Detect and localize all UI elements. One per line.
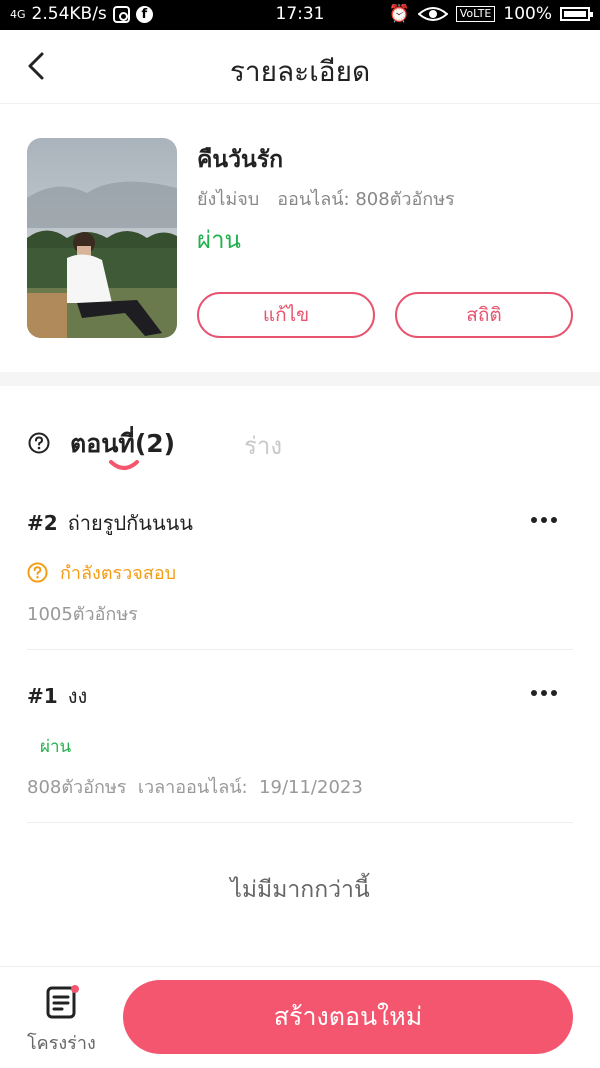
chapter-title: ถ่ายรูปกันนนน	[67, 511, 193, 535]
tab-active-indicator	[109, 460, 139, 470]
chapter-title-row[interactable]: #1 งง	[27, 680, 87, 712]
chapter-meta: 808ตัวอักษร เวลาออนไลน์: 19/11/2023	[27, 777, 363, 798]
document-icon	[46, 985, 79, 1019]
section-divider	[0, 372, 600, 386]
chapter-meta: 1005ตัวอักษร	[27, 604, 138, 625]
alarm-icon: ⏰	[388, 4, 410, 24]
book-meta: ยังไม่จบ ออนไลน์: 808ตัวอักษร	[197, 184, 455, 213]
cover-image	[27, 138, 177, 338]
status-bar: 4G 2.54KB/s f 17:31 ⏰ VoLTE 100%	[0, 0, 600, 30]
end-of-list-text: ไม่มีมากกว่านี้	[230, 877, 370, 903]
book-status: ผ่าน	[197, 226, 241, 254]
help-icon	[27, 562, 48, 583]
draft-label: โครงร่าง	[27, 1033, 96, 1054]
draft-button[interactable]: โครงร่าง	[27, 980, 103, 1056]
tab-drafts[interactable]: ร่าง	[244, 426, 282, 465]
chapter-status-reviewing: กำลังตรวจสอบ	[27, 558, 176, 587]
battery-level: 100%	[503, 4, 552, 24]
chapter-title-row[interactable]: #2 ถ่ายรูปกันนนน	[27, 507, 193, 539]
clock: 17:31	[275, 4, 325, 24]
edit-button[interactable]: แก้ไข	[197, 292, 375, 338]
chapter-number: #1	[27, 684, 58, 708]
eye-icon	[417, 7, 448, 21]
status-text: กำลังตรวจสอบ	[60, 563, 177, 584]
page-title: รายละเอียด	[229, 55, 371, 88]
book-title: คืนวันรัก	[197, 147, 284, 173]
stats-button[interactable]: สถิติ	[395, 292, 573, 338]
app-header: รายละเอียด	[0, 30, 600, 104]
divider	[27, 649, 573, 650]
book-cover[interactable]	[27, 138, 177, 338]
online-char-count: ออนไลน์: 808ตัวอักษร	[277, 189, 455, 210]
divider	[27, 822, 573, 823]
chapter-number: #2	[27, 511, 58, 535]
chapter-status-passed: ผ่าน	[40, 737, 72, 757]
create-chapter-button[interactable]: สร้างตอนใหม่	[123, 980, 573, 1054]
volte-icon: VoLTE	[455, 6, 496, 22]
more-options-icon[interactable]	[530, 515, 558, 525]
battery-icon	[560, 7, 593, 21]
book-state: ยังไม่จบ	[197, 189, 260, 210]
chapter-title: งง	[67, 684, 88, 708]
help-icon[interactable]	[28, 432, 50, 454]
more-options-icon[interactable]	[530, 688, 558, 698]
